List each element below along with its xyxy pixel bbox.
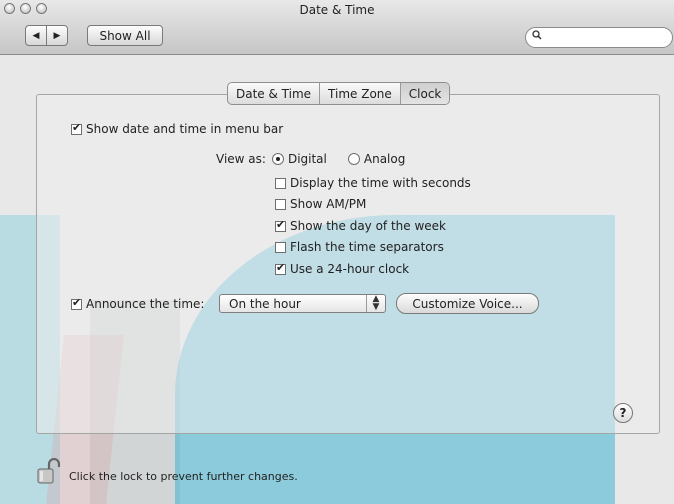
show-ampm-label: Show AM/PM: [290, 197, 367, 211]
flash-separators-label: Flash the time separators: [290, 240, 444, 254]
customize-voice-button[interactable]: Customize Voice...: [396, 293, 539, 314]
lock-open-icon[interactable]: [36, 457, 62, 486]
lock-message: Click the lock to prevent further change…: [69, 470, 298, 483]
window-toolbar: Date & Time ◀ ▶ Show All: [0, 0, 674, 55]
use-24-hour-option[interactable]: Use a 24-hour clock: [275, 261, 410, 276]
announce-time-label: Announce the time:: [86, 297, 205, 311]
show-day-of-week-option[interactable]: Show the day of the week: [275, 218, 447, 233]
forward-arrow-icon: ▶: [53, 30, 61, 41]
use-24-hour-label: Use a 24-hour clock: [290, 262, 410, 276]
flash-separators-checkbox[interactable]: [275, 241, 286, 253]
help-button[interactable]: ?: [613, 403, 633, 423]
analog-radio[interactable]: [347, 153, 360, 165]
analog-label: Analog: [363, 152, 406, 166]
announce-interval-select[interactable]: On the hour ▲ ▼: [219, 294, 386, 313]
chevron-up-down-icon: ▲ ▼: [366, 295, 385, 312]
back-arrow-icon: ◀: [32, 30, 40, 41]
view-as-group: View as: Digital Analog: [216, 152, 405, 166]
flash-separators-option[interactable]: Flash the time separators: [275, 240, 444, 254]
help-icon: ?: [619, 406, 627, 420]
search-field[interactable]: [525, 27, 673, 48]
search-icon: [532, 30, 542, 43]
show-in-menu-bar-option[interactable]: Show date and time in menu bar: [71, 121, 284, 136]
view-as-label: View as:: [216, 152, 266, 166]
tab-clock[interactable]: Clock: [400, 83, 450, 104]
digital-label: Digital: [287, 152, 327, 166]
tab-bar: Date & Time Time Zone Clock: [227, 82, 451, 105]
announce-interval-value: On the hour: [229, 297, 301, 311]
show-day-of-week-checkbox[interactable]: [275, 218, 286, 232]
tab-time-zone[interactable]: Time Zone: [320, 83, 401, 104]
show-ampm-option[interactable]: Show AM/PM: [275, 197, 366, 211]
digital-radio[interactable]: [271, 153, 284, 165]
window-title: Date & Time: [299, 3, 375, 17]
show-all-button[interactable]: Show All: [87, 25, 163, 46]
show-ampm-checkbox[interactable]: [275, 198, 286, 210]
announce-time-option[interactable]: Announce the time:: [71, 296, 205, 311]
tab-date-time[interactable]: Date & Time: [228, 83, 321, 104]
use-24-hour-checkbox[interactable]: [275, 261, 286, 275]
display-seconds-checkbox[interactable]: [275, 177, 286, 189]
announce-time-checkbox[interactable]: [71, 296, 82, 310]
show-in-menu-bar-checkbox[interactable]: [71, 121, 82, 135]
display-seconds-option[interactable]: Display the time with seconds: [275, 176, 471, 190]
date-time-preferences-window: Date & Time ◀ ▶ Show All Date & Time Tim…: [0, 0, 674, 504]
forward-button[interactable]: ▶: [46, 25, 68, 46]
search-input[interactable]: [546, 30, 666, 45]
show-in-menu-bar-label: Show date and time in menu bar: [86, 122, 284, 136]
show-day-of-week-label: Show the day of the week: [290, 219, 447, 233]
display-seconds-label: Display the time with seconds: [290, 176, 471, 190]
back-button[interactable]: ◀: [25, 25, 47, 46]
